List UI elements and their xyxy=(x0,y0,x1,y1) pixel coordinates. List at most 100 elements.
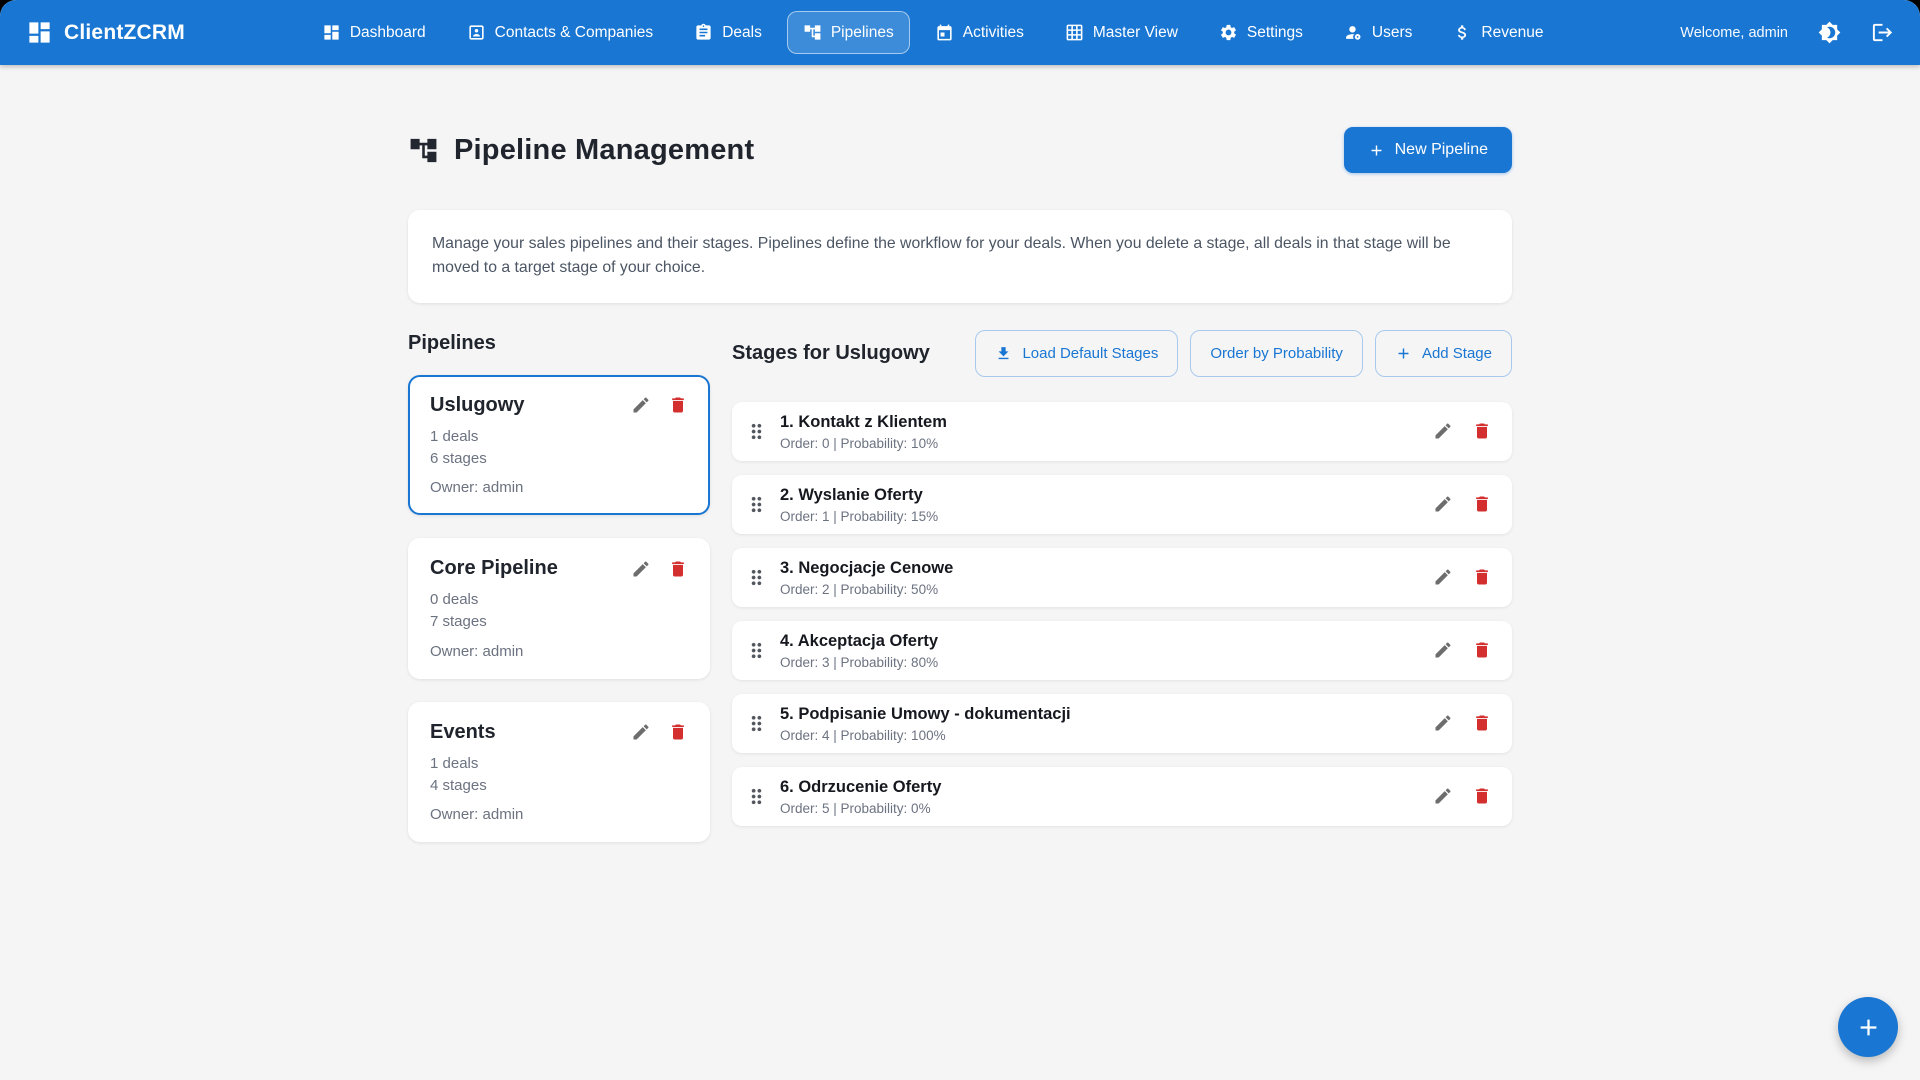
stage-row: 5. Podpisanie Umowy - dokumentacji Order… xyxy=(732,694,1512,753)
nav-item-label: Master View xyxy=(1093,24,1178,42)
nav-item[interactable]: Settings xyxy=(1203,11,1319,54)
pipeline-card[interactable]: Events 1 deals xyxy=(408,702,710,843)
info-text: Manage your sales pipelines and their st… xyxy=(432,232,1488,281)
delete-stage-button[interactable] xyxy=(1472,786,1492,806)
drag-handle-icon[interactable] xyxy=(745,639,768,662)
pencil-icon xyxy=(631,395,651,415)
brand[interactable]: ClientZCRM xyxy=(26,19,185,46)
load-default-stages-button[interactable]: Load Default Stages xyxy=(975,330,1178,377)
edit-stage-button[interactable] xyxy=(1433,494,1453,514)
drag-handle-icon[interactable] xyxy=(745,712,768,735)
edit-stage-button[interactable] xyxy=(1433,713,1453,733)
revenue-icon xyxy=(1453,23,1472,42)
stage-text: 5. Podpisanie Umowy - dokumentacji Order… xyxy=(780,704,1433,743)
users-icon xyxy=(1344,23,1363,42)
pipeline-title-icon xyxy=(408,135,439,166)
nav-item-label: Activities xyxy=(963,24,1024,42)
pipeline-owner: Owner: admin xyxy=(430,479,688,496)
pencil-icon xyxy=(1433,494,1453,514)
add-stage-button[interactable]: Add Stage xyxy=(1375,330,1512,377)
edit-pipeline-button[interactable] xyxy=(631,559,651,579)
pipeline-card[interactable]: Uslugowy 1 deals xyxy=(408,375,710,516)
delete-stage-button[interactable] xyxy=(1472,640,1492,660)
stage-meta: Order: 1 | Probability: 15% xyxy=(780,509,1433,524)
nav-item[interactable]: Dashboard xyxy=(306,11,442,54)
edit-stage-button[interactable] xyxy=(1433,640,1453,660)
page-header: Pipeline Management New Pipeline xyxy=(408,127,1512,173)
edit-pipeline-button[interactable] xyxy=(631,722,651,742)
stage-title: 5. Podpisanie Umowy - dokumentacji xyxy=(780,704,1433,725)
pipeline-name: Uslugowy xyxy=(430,394,524,417)
pipelines-panel: Pipelines Uslugowy xyxy=(408,330,710,866)
stage-actions xyxy=(1433,713,1492,733)
edit-stage-button[interactable] xyxy=(1433,421,1453,441)
pipeline-name: Events xyxy=(430,721,496,744)
pipeline-deals-count: 0 deals xyxy=(430,589,688,611)
stage-actions xyxy=(1433,494,1492,514)
pipeline-card-actions xyxy=(631,395,688,415)
brand-icon xyxy=(26,19,53,46)
logout-button[interactable] xyxy=(1871,21,1894,44)
stage-title: 3. Negocjacje Cenowe xyxy=(780,558,1433,579)
pipeline-card-header: Events xyxy=(430,721,688,744)
pipeline-card-header: Core Pipeline xyxy=(430,557,688,580)
nav-item[interactable]: Contacts & Companies xyxy=(451,11,670,54)
stage-actions xyxy=(1433,640,1492,660)
delete-stage-button[interactable] xyxy=(1472,567,1492,587)
nav-item[interactable]: Master View xyxy=(1049,11,1194,54)
pipeline-card-actions xyxy=(631,559,688,579)
nav-item[interactable]: Users xyxy=(1328,11,1428,54)
order-by-probability-button[interactable]: Order by Probability xyxy=(1190,330,1363,377)
nav-item[interactable]: Activities xyxy=(919,11,1040,54)
page-title-wrap: Pipeline Management xyxy=(408,134,754,167)
drag-handle-icon[interactable] xyxy=(745,785,768,808)
content-columns: Pipelines Uslugowy xyxy=(408,330,1512,866)
delete-stage-button[interactable] xyxy=(1472,713,1492,733)
delete-pipeline-button[interactable] xyxy=(668,395,688,415)
delete-stage-button[interactable] xyxy=(1472,494,1492,514)
pencil-icon xyxy=(1433,713,1453,733)
stage-title: 6. Odrzucenie Oferty xyxy=(780,777,1433,798)
stage-row: 6. Odrzucenie Oferty Order: 5 | Probabil… xyxy=(732,767,1512,826)
delete-pipeline-button[interactable] xyxy=(668,722,688,742)
nav-item-label: Contacts & Companies xyxy=(495,24,654,42)
stage-meta: Order: 2 | Probability: 50% xyxy=(780,582,1433,597)
main-content: Pipeline Management New Pipeline Manage … xyxy=(408,65,1512,865)
stage-row: 3. Negocjacje Cenowe Order: 2 | Probabil… xyxy=(732,548,1512,607)
contacts-icon xyxy=(467,23,486,42)
app-window: ClientZCRM Dashboard Contacts & Companie… xyxy=(0,0,1920,1080)
nav-item[interactable]: Deals xyxy=(678,11,778,54)
pipeline-name: Core Pipeline xyxy=(430,557,558,580)
stages-section-title: Stages for Uslugowy xyxy=(732,342,930,365)
theme-toggle-button[interactable] xyxy=(1818,21,1841,44)
deals-icon xyxy=(694,23,713,42)
pencil-icon xyxy=(1433,786,1453,806)
stage-row: 1. Kontakt z Klientem Order: 0 | Probabi… xyxy=(732,402,1512,461)
nav-item[interactable]: Pipelines xyxy=(787,11,910,54)
master-view-icon xyxy=(1065,23,1084,42)
pipeline-stages-count: 7 stages xyxy=(430,611,688,633)
stage-text: 1. Kontakt z Klientem Order: 0 | Probabi… xyxy=(780,412,1433,451)
fab-add-button[interactable] xyxy=(1838,997,1898,1057)
edit-stage-button[interactable] xyxy=(1433,567,1453,587)
drag-handle-icon[interactable] xyxy=(745,420,768,443)
new-pipeline-button[interactable]: New Pipeline xyxy=(1344,127,1512,173)
drag-handle-icon[interactable] xyxy=(745,566,768,589)
delete-pipeline-button[interactable] xyxy=(668,559,688,579)
edit-pipeline-button[interactable] xyxy=(631,395,651,415)
trash-icon xyxy=(668,395,688,415)
pipeline-card[interactable]: Core Pipeline 0 deals xyxy=(408,538,710,679)
stage-text: 3. Negocjacje Cenowe Order: 2 | Probabil… xyxy=(780,558,1433,597)
brand-title: ClientZCRM xyxy=(64,21,185,45)
nav-item[interactable]: Revenue xyxy=(1437,11,1559,54)
nav-item-label: Pipelines xyxy=(831,24,894,42)
pencil-icon xyxy=(631,559,651,579)
trash-icon xyxy=(668,722,688,742)
delete-stage-button[interactable] xyxy=(1472,421,1492,441)
drag-handle-icon[interactable] xyxy=(745,493,768,516)
stage-title: 2. Wyslanie Oferty xyxy=(780,485,1433,506)
edit-stage-button[interactable] xyxy=(1433,786,1453,806)
stage-row: 2. Wyslanie Oferty Order: 1 | Probabilit… xyxy=(732,475,1512,534)
stage-actions xyxy=(1433,421,1492,441)
plus-icon xyxy=(1855,1014,1882,1041)
